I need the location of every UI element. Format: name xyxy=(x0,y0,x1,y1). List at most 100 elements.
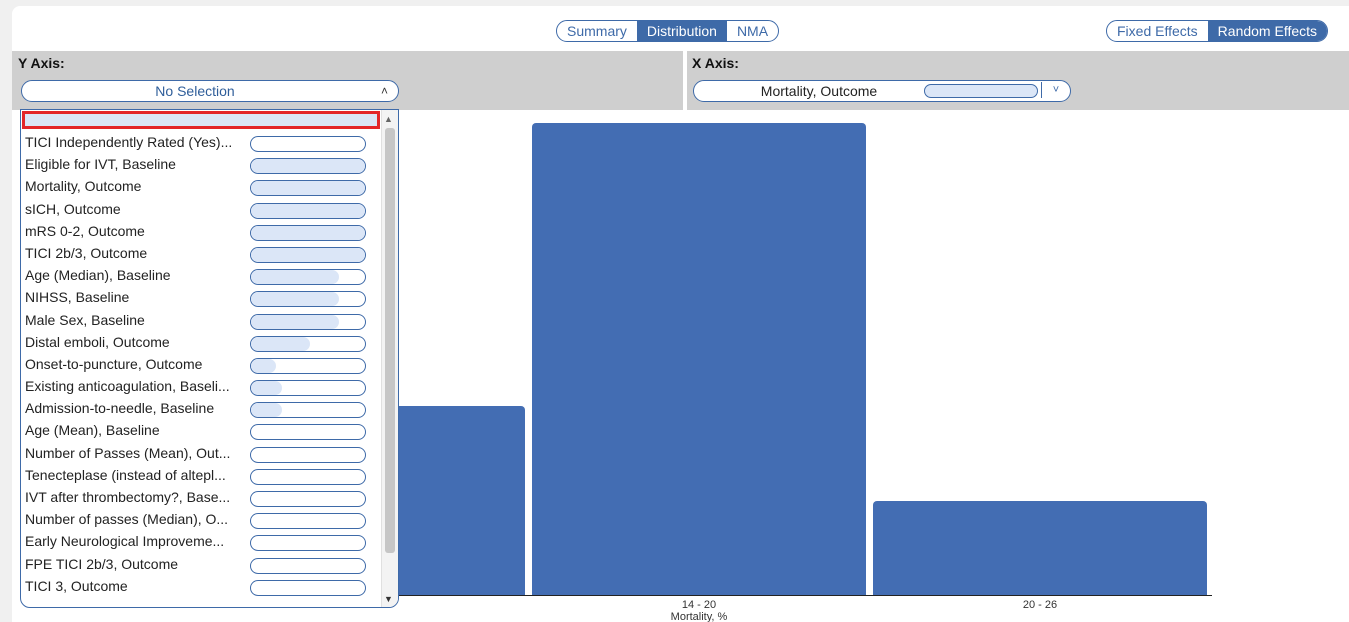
view-tabs: Summary Distribution NMA xyxy=(556,20,780,42)
dropdown-option[interactable]: IVT after thrombectomy?, Base... xyxy=(21,486,381,508)
tab-summary[interactable]: Summary xyxy=(557,21,637,41)
dropdown-option[interactable]: mRS 0-2, Outcome xyxy=(21,220,381,242)
dropdown-option-label: Onset-to-puncture, Outcome xyxy=(25,355,203,372)
coverage-bar xyxy=(250,136,366,152)
coverage-bar xyxy=(250,535,366,552)
dropdown-option-label: Tenecteplase (instead of altepl... xyxy=(25,466,226,483)
coverage-bar xyxy=(250,579,366,596)
dropdown-option-label: Eligible for IVT, Baseline xyxy=(25,156,176,173)
coverage-bar xyxy=(250,269,366,286)
scroll-up-icon[interactable]: ▲ xyxy=(384,114,393,124)
dropdown-option-label: TICI 3, Outcome xyxy=(25,577,128,594)
x-axis-value: Mortality, Outcome xyxy=(760,83,878,99)
coverage-bar-fill xyxy=(251,225,365,240)
y-axis-select[interactable]: No Selection ˄ xyxy=(21,80,399,102)
dropdown-option[interactable]: Age (Median), Baseline xyxy=(21,264,381,286)
x-axis-label: X Axis: xyxy=(692,55,739,71)
dropdown-option[interactable]: FPE TICI 2b/3, Outcome xyxy=(21,553,381,575)
coverage-bar-fill xyxy=(251,203,365,218)
dropdown-option[interactable]: Age (Mean), Baseline xyxy=(21,419,381,441)
dropdown-option-label: TICI 2b/3, Outcome xyxy=(25,244,148,261)
x-tick-label: 14 - 20 xyxy=(681,599,717,611)
x-axis-bar: X Axis: Mortality, Outcome ˅ xyxy=(687,51,1349,110)
coverage-bar-fill xyxy=(251,336,311,351)
x-axis-select[interactable]: Mortality, Outcome ˅ xyxy=(693,80,1071,102)
x-axis-title: Mortality, % xyxy=(670,611,728,622)
coverage-bar xyxy=(250,468,366,485)
y-axis-bar: Y Axis: No Selection ˄ xyxy=(12,51,683,110)
dropdown-option-label: IVT after thrombectomy?, Base... xyxy=(25,489,231,505)
tab-nma[interactable]: NMA xyxy=(727,21,778,41)
y-axis-value: No Selection xyxy=(155,83,235,99)
dropdown-option[interactable]: TICI Independently Rated (Yes)... xyxy=(21,131,381,153)
coverage-bar-fill xyxy=(251,381,282,396)
dropdown-option-label: Number of Passes (Mean), Out... xyxy=(25,444,231,461)
coverage-bar xyxy=(250,180,366,197)
x-axis-coverage-bar xyxy=(924,84,1038,98)
chevron-up-icon[interactable]: ˄ xyxy=(381,81,388,101)
coverage-bar xyxy=(250,335,366,352)
coverage-bar-fill xyxy=(251,270,339,285)
coverage-bar xyxy=(250,557,366,574)
dropdown-option-label: Mortality, Outcome xyxy=(25,178,142,195)
coverage-bar-fill xyxy=(251,403,282,418)
dropdown-scrollbar[interactable]: ▲ ▼ xyxy=(381,110,398,607)
dropdown-option[interactable]: Distal emboli, Outcome xyxy=(21,331,381,353)
dropdown-option[interactable]: Number of Passes (Mean), Out... xyxy=(21,442,381,464)
coverage-bar-fill xyxy=(251,181,365,196)
dropdown-option[interactable]: Onset-to-puncture, Outcome xyxy=(21,353,381,375)
dropdown-option[interactable]: TICI 3, Outcome xyxy=(21,575,381,597)
dropdown-selected-empty-option[interactable] xyxy=(22,111,380,129)
tab-distribution[interactable]: Distribution xyxy=(636,21,727,41)
coverage-bar xyxy=(250,357,366,374)
y-axis-dropdown: TICI Independently Rated (Yes)... Eligibl… xyxy=(20,109,399,608)
random-effects-button[interactable]: Random Effects xyxy=(1207,21,1328,41)
fixed-effects-button[interactable]: Fixed Effects xyxy=(1107,21,1208,41)
dropdown-option-label: Admission-to-needle, Baseline xyxy=(25,400,215,417)
scrollbar-thumb[interactable] xyxy=(385,128,395,553)
dropdown-option[interactable]: Existing anticoagulation, Baseli... xyxy=(21,375,381,397)
dropdown-option-label: Distal emboli, Outcome xyxy=(25,333,170,350)
chevron-down-icon[interactable]: ˅ xyxy=(1041,82,1070,98)
dropdown-option-label: sICH, Outcome xyxy=(25,200,121,217)
coverage-bar xyxy=(250,513,366,530)
coverage-bar-fill xyxy=(251,159,365,174)
dropdown-option[interactable]: Tenecteplase (instead of altepl... xyxy=(21,464,381,486)
dropdown-option-label: NIHSS, Baseline xyxy=(25,289,130,306)
y-axis-label: Y Axis: xyxy=(18,55,65,71)
dropdown-option[interactable]: Male Sex, Baseline xyxy=(21,309,381,331)
dropdown-option[interactable]: sICH, Outcome xyxy=(21,198,381,220)
histogram-bar[interactable] xyxy=(532,123,866,595)
dropdown-option-label: Number of passes (Median), O... xyxy=(25,511,229,528)
coverage-bar-fill xyxy=(251,292,339,307)
dropdown-option-label: Early Neurological Improveme... xyxy=(25,533,225,550)
dropdown-option[interactable]: Number of passes (Median), O... xyxy=(21,508,381,530)
dropdown-option-label: mRS 0-2, Outcome xyxy=(25,222,145,239)
coverage-bar-fill xyxy=(251,247,365,262)
dropdown-option[interactable]: Early Neurological Improveme... xyxy=(21,530,381,552)
dropdown-option[interactable]: NIHSS, Baseline xyxy=(21,286,381,308)
distribution-panel: Summary Distribution NMA Fixed Effects R… xyxy=(12,6,1349,622)
histogram-bar[interactable] xyxy=(873,500,1207,595)
coverage-bar-fill xyxy=(251,358,277,373)
x-tick-label: 20 - 26 xyxy=(1022,599,1058,611)
scroll-down-icon[interactable]: ▼ xyxy=(384,594,393,604)
dropdown-option[interactable]: TICI 2b/3, Outcome xyxy=(21,242,381,264)
coverage-bar xyxy=(250,224,366,241)
dropdown-option-label: Age (Mean), Baseline xyxy=(25,422,160,439)
dropdown-option[interactable]: Mortality, Outcome xyxy=(21,175,381,197)
dropdown-option-label: Age (Median), Baseline xyxy=(25,267,171,284)
dropdown-option[interactable]: Admission-to-needle, Baseline xyxy=(21,397,381,419)
dropdown-option-label: Existing anticoagulation, Baseli... xyxy=(25,378,230,395)
coverage-bar xyxy=(250,313,366,330)
coverage-bar-fill xyxy=(251,314,339,329)
coverage-bar xyxy=(250,446,366,463)
dropdown-option-label: FPE TICI 2b/3, Outcome xyxy=(25,555,179,572)
coverage-bar xyxy=(250,424,366,441)
coverage-bar xyxy=(250,291,366,308)
dropdown-option[interactable]: Eligible for IVT, Baseline xyxy=(21,153,381,175)
coverage-bar xyxy=(250,246,366,263)
dropdown-options: TICI Independently Rated (Yes)... Eligibl… xyxy=(21,131,381,597)
dropdown-option-label: Male Sex, Baseline xyxy=(25,311,145,328)
effects-toggle: Fixed Effects Random Effects xyxy=(1106,20,1329,42)
